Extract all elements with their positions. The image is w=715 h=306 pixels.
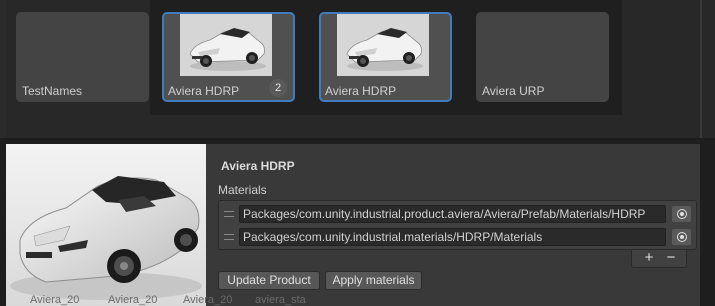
drag-handle-icon[interactable]	[224, 234, 234, 240]
remove-item-button[interactable]: −	[661, 250, 681, 266]
background-label: Aviera_20	[183, 294, 233, 306]
material-path-field[interactable]: Packages/com.unity.industrial.materials/…	[239, 228, 666, 246]
list-item: Packages/com.unity.industrial.materials/…	[219, 227, 696, 247]
materials-list: Packages/com.unity.industrial.product.av…	[218, 200, 697, 250]
product-title: Aviera HDRP	[221, 159, 295, 173]
count-badge: 2	[269, 79, 287, 97]
scroll-rail[interactable]	[700, 0, 702, 138]
drag-handle-icon[interactable]	[224, 211, 234, 217]
asset-card-aviera-hdrp-1[interactable]: Aviera HDRP 2	[162, 12, 295, 102]
object-picker-icon[interactable]	[672, 229, 691, 245]
asset-card-label: Aviera HDRP	[168, 84, 240, 98]
list-add-remove: + −	[631, 250, 687, 268]
asset-card-aviera-urp[interactable]: Aviera URP	[476, 12, 609, 102]
asset-card-label: Aviera URP	[482, 84, 545, 98]
asset-card-label: Aviera HDRP	[325, 84, 397, 98]
materials-section-label: Materials	[218, 183, 267, 197]
background-label: aviera_sta	[255, 294, 306, 306]
asset-card-testnames[interactable]: TestNames	[16, 12, 149, 102]
car-thumbnail	[180, 14, 272, 76]
add-item-button[interactable]: +	[639, 250, 659, 266]
car-thumbnail	[337, 14, 429, 76]
object-picker-icon[interactable]	[672, 206, 691, 222]
asset-card-aviera-hdrp-2[interactable]: Aviera HDRP	[319, 12, 452, 102]
update-product-button[interactable]: Update Product	[218, 271, 320, 290]
apply-materials-button[interactable]: Apply materials	[325, 271, 422, 290]
asset-card-label: TestNames	[22, 84, 83, 98]
product-preview-image	[6, 144, 206, 306]
grid-left-band	[0, 0, 6, 138]
background-label: Aviera_20	[108, 294, 158, 306]
inspector-panel: Aviera HDRP Materials Packages/com.unity…	[6, 144, 700, 306]
list-item: Packages/com.unity.industrial.product.av…	[219, 204, 696, 224]
material-path-field[interactable]: Packages/com.unity.industrial.product.av…	[239, 205, 666, 223]
background-asset-labels: Aviera_20 Aviera_20 Aviera_20 aviera_sta	[0, 294, 715, 306]
background-label: Aviera_20	[30, 294, 80, 306]
